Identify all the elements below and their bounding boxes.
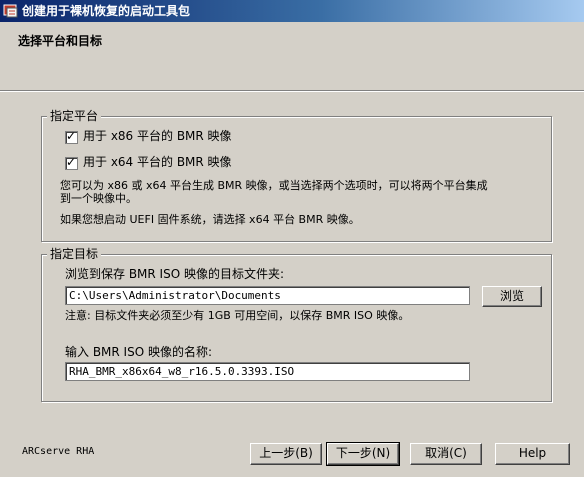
- cancel-button-label: 取消(C): [425, 446, 467, 460]
- folder-path-input[interactable]: C:\Users\Administrator\Documents: [65, 286, 470, 305]
- x64-checkbox-label[interactable]: 用于 x64 平台的 BMR 映像: [83, 155, 232, 170]
- title-bar: 创建用于裸机恢复的启动工具包: [0, 0, 584, 22]
- x86-checkbox[interactable]: ✓: [65, 129, 78, 144]
- checkmark-icon: ✓: [66, 129, 77, 143]
- folder-label: 浏览到保存 BMR ISO 映像的目标文件夹:: [65, 267, 285, 281]
- iso-name-label: 输入 BMR ISO 映像的名称:: [65, 345, 213, 359]
- help-button-label: Help: [518, 446, 547, 460]
- help-button[interactable]: Help: [495, 443, 570, 465]
- browse-button-label: 浏览: [499, 289, 524, 303]
- wizard-header: 选择平台和目标: [0, 22, 584, 91]
- browse-button[interactable]: 浏览: [482, 286, 542, 307]
- iso-name-input[interactable]: RHA_BMR_x86x64_w8_r16.5.0.3393.ISO: [65, 362, 470, 381]
- cancel-button[interactable]: 取消(C): [410, 443, 482, 465]
- brand-label: ARCserve RHA: [22, 446, 95, 457]
- x86-checkbox-label[interactable]: 用于 x86 平台的 BMR 映像: [83, 129, 232, 144]
- next-button[interactable]: 下一步(N): [326, 442, 400, 466]
- x64-checkbox[interactable]: ✓: [65, 155, 78, 170]
- checkmark-icon: ✓: [66, 155, 77, 169]
- back-button[interactable]: 上一步(B): [250, 443, 322, 465]
- next-button-label: 下一步(N): [335, 446, 391, 460]
- uefi-note: 如果您想启动 UEFI 固件系统，请选择 x64 平台 BMR 映像。: [60, 213, 360, 226]
- app-icon: [3, 3, 19, 19]
- space-note: 注意: 目标文件夹必须至少有 1GB 可用空间，以保存 BMR ISO 映像。: [65, 309, 410, 322]
- platform-info-line2: 到一个映像中。: [60, 192, 137, 205]
- target-groupbox: 指定目标 浏览到保存 BMR ISO 映像的目标文件夹: C:\Users\Ad…: [41, 246, 552, 402]
- back-button-label: 上一步(B): [259, 446, 313, 460]
- window-title: 创建用于裸机恢复的启动工具包: [22, 4, 191, 18]
- platform-group-legend: 指定平台: [47, 108, 102, 124]
- platform-groupbox: 指定平台 ✓ 用于 x86 平台的 BMR 映像 ✓ 用于 x64 平台的 BM…: [41, 108, 552, 242]
- page-title: 选择平台和目标: [18, 34, 103, 48]
- target-group-legend: 指定目标: [47, 246, 102, 262]
